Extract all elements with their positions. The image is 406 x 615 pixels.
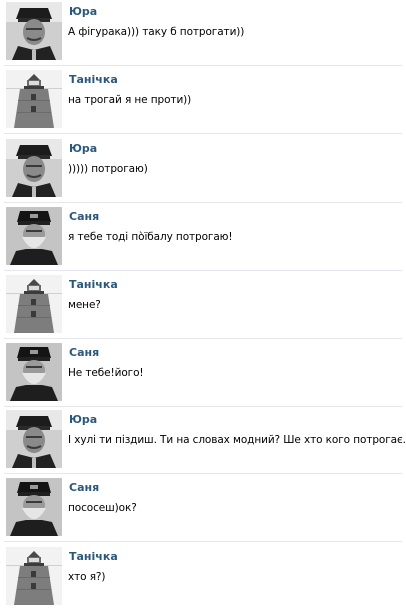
avatar[interactable] [6, 478, 62, 536]
bearded-keeper-icon [6, 343, 62, 401]
chat-message: Танічка на трогай я не проти)) [0, 68, 406, 134]
divider [4, 133, 402, 134]
message-text: І хулі ти піздиш. Ти на словах модний? Ш… [68, 434, 406, 446]
chat-message: Саня пососеш)ок? [0, 476, 406, 542]
divider [4, 406, 402, 407]
message-text: пососеш)ок? [68, 502, 137, 514]
divider [4, 473, 402, 474]
chat-message: Саня я тебе тоді по̀їбалу потрогаю! [0, 205, 406, 271]
captain-portrait-icon [6, 2, 62, 60]
author-name[interactable]: Танічка [69, 278, 118, 291]
avatar[interactable] [6, 343, 62, 401]
divider [4, 541, 402, 542]
captain-portrait-icon [6, 410, 62, 468]
author-name[interactable]: Юра [69, 142, 97, 155]
divider [4, 65, 402, 66]
message-text: Не тебе!його! [68, 367, 144, 379]
bearded-keeper-icon [6, 478, 62, 536]
message-text: я тебе тоді по̀їбалу потрогаю! [68, 231, 233, 243]
avatar[interactable] [6, 207, 62, 265]
author-name[interactable]: Танічка [69, 73, 118, 86]
avatar[interactable] [6, 139, 62, 197]
chat-message: Юра А фігурака))) таку б потрогати)) [0, 0, 406, 66]
message-text: мене? [68, 299, 101, 311]
avatar[interactable] [6, 70, 62, 128]
message-text: А фігурака))) таку б потрогати)) [68, 26, 245, 38]
message-text: на трогай я не проти)) [68, 94, 192, 106]
avatar[interactable] [6, 547, 62, 605]
author-name[interactable]: Саня [69, 210, 99, 223]
chat-history: Юра А фігурака))) таку б потрогати)) Тан… [0, 0, 406, 615]
author-name[interactable]: Юра [69, 413, 97, 426]
lighthouse-icon [6, 275, 62, 333]
avatar[interactable] [6, 2, 62, 60]
divider [4, 338, 402, 339]
captain-portrait-icon [6, 139, 62, 197]
lighthouse-icon [6, 70, 62, 128]
chat-message: Танічка мене? [0, 273, 406, 339]
lighthouse-icon [6, 547, 62, 605]
chat-message: Юра І хулі ти піздиш. Ти на словах модни… [0, 408, 406, 474]
author-name[interactable]: Саня [69, 346, 99, 359]
author-name[interactable]: Танічка [69, 550, 118, 563]
chat-message: Саня Не тебе!його! [0, 341, 406, 407]
bearded-keeper-icon [6, 207, 62, 265]
avatar[interactable] [6, 275, 62, 333]
message-text: хто я?) [68, 571, 106, 583]
divider [4, 202, 402, 203]
chat-message: Танічка хто я?) [0, 545, 406, 613]
avatar[interactable] [6, 410, 62, 468]
author-name[interactable]: Саня [69, 481, 99, 494]
author-name[interactable]: Юра [69, 5, 97, 18]
message-text: ))))) потрогаю) [68, 163, 148, 175]
divider [4, 270, 402, 271]
chat-message: Юра ))))) потрогаю) [0, 137, 406, 203]
